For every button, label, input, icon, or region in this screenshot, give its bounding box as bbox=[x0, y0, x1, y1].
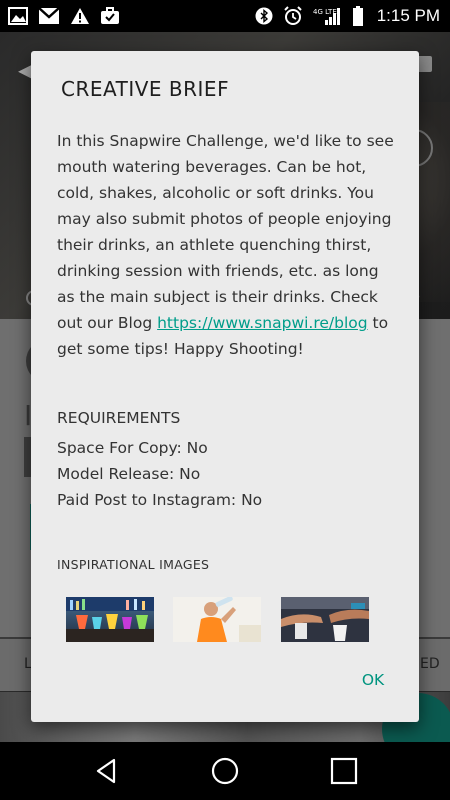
creative-brief-dialog: CREATIVE BRIEF In this Snapwire Challeng… bbox=[31, 51, 419, 722]
inspirational-image-cocktails[interactable] bbox=[66, 597, 154, 642]
home-circle-icon[interactable] bbox=[210, 756, 240, 786]
status-time: 1:15 PM bbox=[376, 6, 440, 25]
inspirational-image-hands-drinks[interactable] bbox=[281, 597, 369, 642]
signal-icon: 4G LTE bbox=[313, 6, 343, 26]
gmail-icon bbox=[38, 7, 60, 25]
inspirational-images-heading: INSPIRATIONAL IMAGES bbox=[57, 557, 210, 572]
blog-link[interactable]: https://www.snapwi.re/blog bbox=[157, 314, 368, 332]
requirements-list: Space For Copy: No Model Release: No Pai… bbox=[57, 435, 262, 513]
brief-text-start: In this Snapwire Challenge, we'd like to… bbox=[57, 132, 394, 332]
back-triangle-icon[interactable] bbox=[92, 756, 122, 786]
battery-icon bbox=[352, 6, 363, 26]
image-icon bbox=[8, 7, 28, 25]
recents-square-icon[interactable] bbox=[329, 756, 359, 786]
background-tab-right[interactable]: ED bbox=[420, 656, 440, 672]
inspirational-images bbox=[66, 597, 369, 642]
briefcase-icon bbox=[100, 7, 120, 25]
requirement-space-for-copy: Space For Copy: No bbox=[57, 439, 208, 457]
status-bar-right: 4G LTE 1:15 PM bbox=[255, 6, 440, 26]
status-bar-left bbox=[8, 7, 120, 25]
status-bar: 4G LTE 1:15 PM bbox=[0, 0, 450, 32]
warning-icon bbox=[70, 7, 90, 25]
requirement-paid-post: Paid Post to Instagram: No bbox=[57, 491, 263, 509]
inspirational-image-man-drinking[interactable] bbox=[173, 597, 261, 642]
alarm-icon bbox=[283, 6, 303, 26]
dialog-title: CREATIVE BRIEF bbox=[61, 77, 230, 101]
brief-text: In this Snapwire Challenge, we'd like to… bbox=[57, 128, 397, 362]
ok-button[interactable]: OK bbox=[349, 671, 397, 695]
navigation-bar bbox=[0, 742, 450, 800]
bluetooth-icon bbox=[255, 7, 273, 25]
requirement-model-release: Model Release: No bbox=[57, 465, 201, 483]
requirements-heading: REQUIREMENTS bbox=[57, 409, 181, 427]
